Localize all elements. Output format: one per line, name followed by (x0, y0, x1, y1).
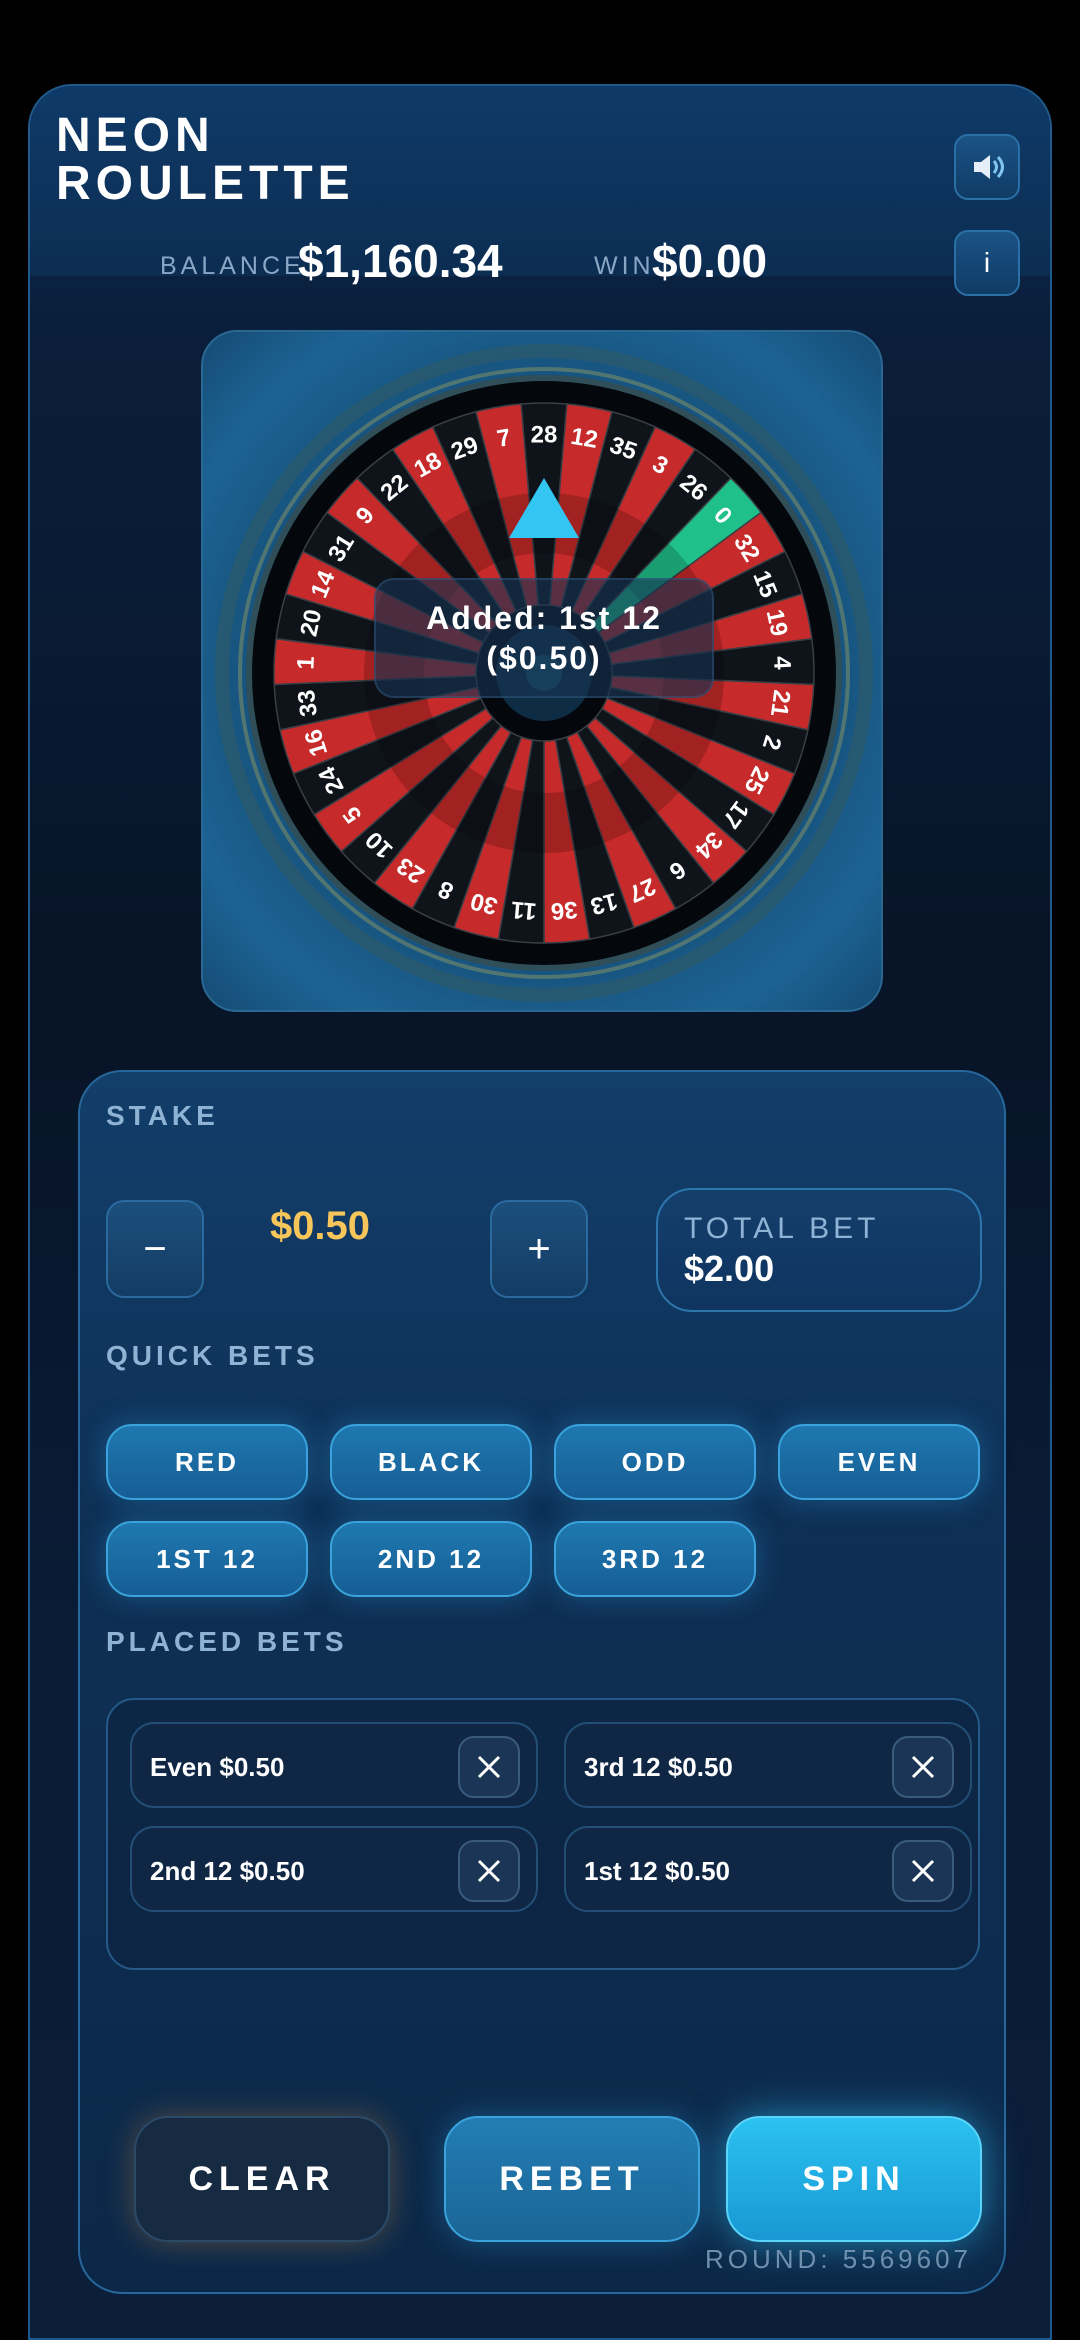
betting-panel: STAKE − $0.50 + TOTAL BET $2.00 QUICK BE… (78, 1070, 1006, 2294)
balance-value: $1,160.34 (298, 235, 503, 287)
wheel-frame: 28 12 35 3 26 0 32 15 19 4 21 2 25 17 34 6 27 13 36 11 30 8 23… (201, 330, 883, 1012)
remove-bet-button[interactable] (458, 1840, 520, 1902)
round-number: ROUND: 5569607 (705, 2244, 972, 2274)
roulette-app: NEON ROULETTE BALANCE $1,160.34 WIN $0.0… (28, 84, 1052, 2340)
app-title: NEON ROULETTE (56, 112, 355, 208)
minus-icon: − (143, 1226, 167, 1271)
placed-bet-item: Even $0.50 (130, 1722, 538, 1808)
placed-bet-item: 1st 12 $0.50 (564, 1826, 972, 1912)
total-bet-label: TOTAL BET (684, 1212, 880, 1245)
quick-bet-1st-12[interactable]: 1ST 12 (106, 1521, 308, 1597)
balance-label: BALANCE (160, 252, 305, 280)
close-icon (911, 1755, 935, 1779)
wheel-number-label: 12 (569, 423, 600, 454)
placed-bet-text: Even $0.50 (150, 1752, 285, 1782)
wheel-number-label: 1 (292, 656, 320, 670)
placed-bet-text: 3rd 12 $0.50 (584, 1752, 733, 1782)
sound-button[interactable] (954, 134, 1020, 200)
info-icon: i (983, 247, 991, 278)
wheel-number-label: 4 (768, 656, 796, 671)
stake-increase-button[interactable]: + (490, 1200, 588, 1298)
close-icon (911, 1859, 935, 1883)
wheel-number-label: 28 (531, 422, 558, 449)
placed-bets-label: PLACED BETS (106, 1626, 348, 1657)
remove-bet-button[interactable] (892, 1840, 954, 1902)
stake-value: $0.50 (269, 1204, 371, 1248)
spin-button[interactable]: SPIN (726, 2116, 982, 2242)
close-icon (477, 1859, 501, 1883)
title-line-1: NEON (56, 109, 215, 162)
status-bar (0, 0, 1080, 84)
wheel-number-label: 20 (295, 607, 327, 639)
remove-bet-button[interactable] (892, 1736, 954, 1798)
quick-bet-red[interactable]: RED (106, 1424, 308, 1500)
quick-bet-even[interactable]: EVEN (778, 1424, 980, 1500)
title-line-2: ROULETTE (56, 157, 355, 210)
wheel-number-label: 19 (761, 607, 793, 639)
wheel-number-label: 33 (293, 688, 323, 718)
placed-bets-list: Even $0.50 3rd 12 $0.50 2nd 12 $0.50 1st… (106, 1698, 980, 1970)
total-bet-value: $2.00 (684, 1248, 775, 1289)
win-value: $0.00 (652, 235, 768, 287)
rebet-button[interactable]: REBET (444, 2116, 700, 2242)
toast-line-2: ($0.50) (486, 640, 602, 676)
quick-bet-2nd-12[interactable]: 2ND 12 (330, 1521, 532, 1597)
clear-button[interactable]: CLEAR (134, 2116, 390, 2242)
total-bet-card: TOTAL BET $2.00 (656, 1188, 982, 1312)
win-label: WIN (594, 252, 655, 280)
bet-added-toast: Added: 1st 12 ($0.50) (374, 578, 714, 698)
placed-bet-text: 1st 12 $0.50 (584, 1856, 731, 1886)
placed-bet-item: 2nd 12 $0.50 (130, 1826, 538, 1912)
plus-icon: + (527, 1226, 551, 1271)
quick-bet-odd[interactable]: ODD (554, 1424, 756, 1500)
quick-bet-3rd-12[interactable]: 3RD 12 (554, 1521, 756, 1597)
info-button[interactable]: i (954, 230, 1020, 296)
close-icon (477, 1755, 501, 1779)
placed-bet-text: 2nd 12 $0.50 (150, 1856, 305, 1886)
remove-bet-button[interactable] (458, 1736, 520, 1798)
quick-bet-black[interactable]: BLACK (330, 1424, 532, 1500)
stake-decrease-button[interactable]: − (106, 1200, 204, 1298)
wheel-number-label: 36 (550, 896, 579, 925)
quick-bets-label: QUICK BETS (106, 1340, 319, 1371)
wheel-number-label: 21 (765, 688, 795, 718)
speaker-icon (974, 155, 1004, 179)
stake-label: STAKE (106, 1100, 219, 1131)
placed-bet-item: 3rd 12 $0.50 (564, 1722, 972, 1808)
toast-line-1: Added: 1st 12 (426, 600, 662, 636)
wheel-number-label: 11 (510, 896, 538, 925)
